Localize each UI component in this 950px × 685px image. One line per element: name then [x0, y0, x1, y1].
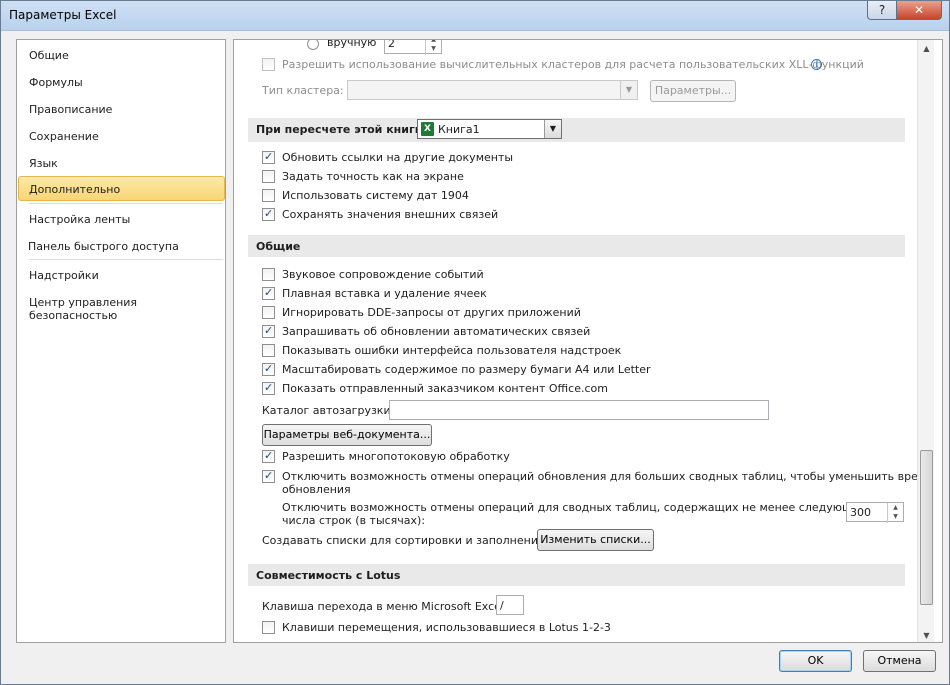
sidebar-item-proofing[interactable]: Правописание	[18, 97, 225, 122]
autoload-label: Каталог автозагрузки:	[262, 404, 395, 417]
date-system-1904-checkbox[interactable]	[262, 189, 275, 202]
show-office-content-label: Показать отправленный заказчиком контент…	[282, 382, 608, 395]
undo-rows-value: 300	[850, 506, 871, 519]
scale-to-paper-checkbox[interactable]	[262, 362, 275, 376]
edit-custom-lists-button[interactable]: Изменить списки...	[537, 529, 654, 551]
content-scrollbar[interactable]: ▲ ▼	[917, 40, 935, 642]
undo-rows-label-cont: числа строк (в тысячах):	[282, 514, 426, 527]
help-button[interactable]: ?	[867, 1, 897, 20]
undo-rows-label: Отключить возможность отмены операций дл…	[282, 501, 872, 514]
sidebar-item-save[interactable]: Сохранение	[18, 124, 225, 149]
menu-key-label: Клавиша перехода в меню Microsoft Excel:	[262, 600, 508, 613]
disable-undo-large-pivot-checkbox[interactable]	[262, 469, 275, 483]
sidebar-separator	[29, 259, 223, 260]
options-sidebar: Общие Формулы Правописание Сохранение Яз…	[16, 39, 226, 643]
update-links-label: Обновить ссылки на другие документы	[282, 151, 514, 164]
sidebar-item-advanced[interactable]: Дополнительно	[18, 176, 225, 201]
scale-to-paper-label: Масштабировать содержимое по размеру бум…	[282, 363, 651, 376]
general-header-label: Общие	[256, 240, 301, 253]
multithread-label: Разрешить многопотоковую обработку	[282, 450, 510, 463]
ok-button[interactable]: OK	[779, 650, 852, 672]
advanced-options-panel: вручную 2 ▲ ▼ Разрешить использование выч…	[233, 39, 943, 643]
sidebar-item-addins[interactable]: Надстройки	[18, 263, 225, 288]
manual-threads-field[interactable]: 2 ▲ ▼	[384, 39, 442, 55]
date-system-1904-label: Использовать систему дат 1904	[282, 189, 469, 202]
cluster-type-label: Тип кластера:	[262, 84, 344, 97]
precision-as-displayed-label: Задать точность как на экране	[282, 170, 464, 183]
disable-undo-large-pivot-label: Отключить возможность отмены операций об…	[282, 470, 933, 483]
excel-workbook-icon: X	[421, 122, 434, 136]
save-external-link-values-checkbox[interactable]	[262, 207, 275, 221]
animate-insert-delete-checkbox[interactable]	[262, 286, 275, 300]
sidebar-item-trust-center[interactable]: Центр управления безопасностью	[18, 290, 225, 322]
scroll-down-icon[interactable]: ▼	[918, 627, 935, 642]
recalc-section-header: При пересчете этой книги:	[248, 118, 905, 142]
xll-cluster-label: Разрешить использование вычислительных к…	[282, 58, 864, 71]
sound-feedback-checkbox[interactable]	[262, 268, 275, 281]
show-addin-ui-errors-label: Показывать ошибки интерфейса пользовател…	[282, 344, 622, 357]
sidebar-item-customize-ribbon[interactable]: Настройка ленты	[18, 207, 225, 232]
sidebar-item-general[interactable]: Общие	[18, 43, 225, 68]
window-title: Параметры Excel	[9, 8, 117, 22]
title-bar[interactable]: Параметры Excel ? ✕	[1, 1, 949, 31]
info-icon: i	[811, 59, 822, 70]
undo-rows-spinner[interactable]: ▲ ▼	[887, 503, 903, 523]
scroll-up-icon[interactable]: ▲	[918, 40, 935, 57]
web-options-button[interactable]: Параметры веб-документа...	[262, 424, 432, 446]
sidebar-item-language[interactable]: Язык	[18, 151, 225, 176]
scrollbar-thumb[interactable]	[920, 450, 933, 605]
general-section-header: Общие	[248, 235, 905, 257]
workbook-select[interactable]: X Книга1 ▼	[417, 119, 562, 139]
ignore-dde-checkbox[interactable]	[262, 306, 275, 319]
workbook-select-value: Книга1	[438, 123, 480, 136]
precision-as-displayed-checkbox[interactable]	[262, 170, 275, 183]
xll-cluster-checkbox[interactable]	[262, 58, 275, 71]
manual-radio-label: вручную	[327, 39, 377, 49]
autoload-input[interactable]	[389, 400, 769, 420]
lotus-nav-keys-label: Клавиши перемещения, использовавшиеся в …	[282, 621, 611, 634]
save-external-link-values-label: Сохранять значения внешних связей	[282, 208, 499, 221]
undo-rows-stepper[interactable]: 300 ▲ ▼	[846, 502, 904, 523]
animate-insert-delete-label: Плавная вставка и удаление ячеек	[282, 287, 487, 300]
chevron-down-icon: ▼	[620, 81, 637, 99]
cancel-button[interactable]: Отмена	[863, 650, 936, 672]
menu-key-value: /	[500, 599, 504, 612]
manual-threads-value: 2	[388, 39, 395, 50]
lotus-section-header: Совместимость с Lotus	[248, 564, 905, 586]
excel-options-window: Параметры Excel ? ✕ Общие Формулы Правоп…	[0, 0, 950, 685]
lotus-header-label: Совместимость с Lotus	[256, 569, 401, 582]
disable-undo-large-pivot-label-cont: обновления	[282, 483, 351, 496]
ignore-dde-label: Игнорировать DDE-запросы от других прило…	[282, 306, 581, 319]
sidebar-item-formulas[interactable]: Формулы	[18, 70, 225, 95]
close-button[interactable]: ✕	[896, 1, 942, 20]
cluster-params-button[interactable]: Параметры...	[650, 80, 736, 102]
custom-lists-label: Создавать списки для сортировки и заполн…	[262, 534, 549, 547]
multithread-checkbox[interactable]	[262, 449, 275, 463]
ask-update-links-checkbox[interactable]	[262, 324, 275, 338]
menu-key-input[interactable]: /	[496, 595, 524, 615]
lotus-nav-keys-checkbox[interactable]	[262, 621, 275, 634]
threads-spinner[interactable]: ▲ ▼	[425, 40, 441, 55]
sidebar-item-quick-access[interactable]: Панель быстрого доступа	[18, 234, 225, 259]
cluster-type-select[interactable]: ▼	[347, 80, 638, 100]
show-addin-ui-errors-checkbox[interactable]	[262, 344, 275, 357]
chevron-down-icon: ▼	[544, 120, 561, 138]
update-links-checkbox[interactable]	[262, 150, 275, 164]
manual-radio[interactable]	[307, 40, 319, 50]
show-office-content-checkbox[interactable]	[262, 381, 275, 395]
recalc-header-label: При пересчете этой книги:	[256, 123, 427, 136]
ask-update-links-label: Запрашивать об обновлении автоматических…	[282, 325, 591, 338]
sound-feedback-label: Звуковое сопровождение событий	[282, 268, 484, 281]
sidebar-separator	[29, 203, 223, 204]
